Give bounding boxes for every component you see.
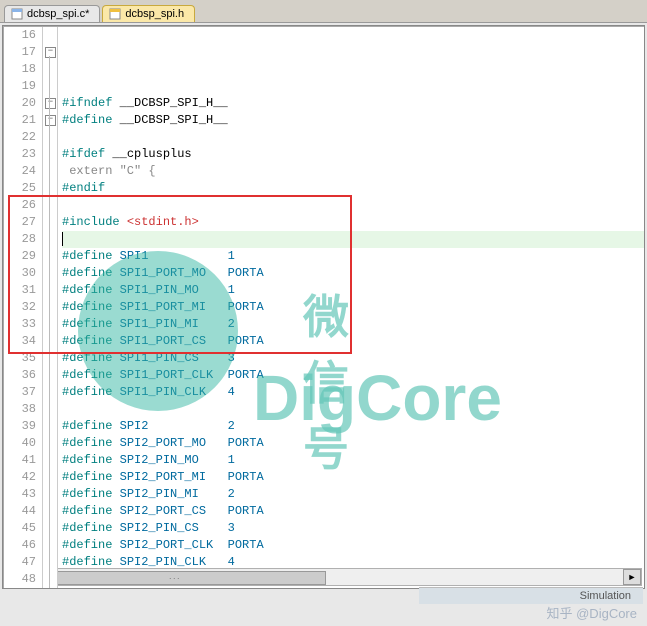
code-line[interactable] — [62, 197, 644, 214]
line-number: 32 — [8, 299, 36, 316]
code-line[interactable]: #define SPI2_PIN_MI 2 — [62, 486, 644, 503]
line-number: 16 — [8, 27, 36, 44]
line-number: 27 — [8, 214, 36, 231]
code-line[interactable]: #define SPI1_PIN_CS 3 — [62, 350, 644, 367]
editor-frame: 微信号 DigCore 1617181920212223242526272829… — [2, 25, 645, 589]
fold-column[interactable]: − − − — [43, 27, 58, 589]
line-number: 38 — [8, 401, 36, 418]
code-line[interactable]: #define SPI2_PORT_MO PORTA — [62, 435, 644, 452]
code-line[interactable]: #define SPI1_PORT_MI PORTA — [62, 299, 644, 316]
scroll-thumb[interactable]: ··· — [24, 571, 326, 585]
line-number: 31 — [8, 282, 36, 299]
line-number: 33 — [8, 316, 36, 333]
line-number: 40 — [8, 435, 36, 452]
c-file-icon — [11, 8, 23, 20]
horizontal-scrollbar[interactable]: ◄ ··· ► — [5, 568, 642, 586]
code-line[interactable]: #ifndef __DCBSP_SPI_H__ — [62, 95, 644, 112]
fold-toggle-icon[interactable]: − — [45, 115, 56, 126]
code-line[interactable] — [62, 78, 644, 95]
line-number: 48 — [8, 571, 36, 588]
code-line[interactable]: #define SPI1 1 — [62, 248, 644, 265]
fold-toggle-icon[interactable]: − — [45, 98, 56, 109]
line-number: 39 — [8, 418, 36, 435]
tab-dcbsp-spi-c-[interactable]: dcbsp_spi.c* — [4, 5, 100, 22]
line-number: 29 — [8, 248, 36, 265]
line-number: 21 — [8, 112, 36, 129]
code-line[interactable]: #include <stdint.h> — [62, 214, 644, 231]
line-number: 18 — [8, 61, 36, 78]
line-number: 44 — [8, 503, 36, 520]
line-number: 24 — [8, 163, 36, 180]
code-line[interactable]: #define SPI1_PIN_MI 2 — [62, 316, 644, 333]
code-line[interactable]: #ifdef __cplusplus — [62, 146, 644, 163]
line-number: 20 — [8, 95, 36, 112]
line-number: 37 — [8, 384, 36, 401]
code-line[interactable]: #define SPI2 2 — [62, 418, 644, 435]
line-number: 35 — [8, 350, 36, 367]
tab-label: dcbsp_spi.h — [125, 8, 184, 20]
tab-bar: dcbsp_spi.c* dcbsp_spi.h — [0, 0, 647, 23]
line-number: 41 — [8, 452, 36, 469]
line-number: 36 — [8, 367, 36, 384]
code-editor[interactable]: 1617181920212223242526272829303132333435… — [4, 27, 644, 589]
line-number: 28 — [8, 231, 36, 248]
line-number: 45 — [8, 520, 36, 537]
code-line[interactable] — [62, 231, 644, 248]
code-line[interactable]: #define SPI1_PIN_MO 1 — [62, 282, 644, 299]
code-line[interactable]: #define SPI2_PORT_CS PORTA — [62, 503, 644, 520]
status-bar: Simulation — [419, 587, 643, 604]
code-line[interactable]: #define SPI1_PORT_CLK PORTA — [62, 367, 644, 384]
line-number: 25 — [8, 180, 36, 197]
code-line[interactable]: #define SPI2_PIN_CS 3 — [62, 520, 644, 537]
line-number: 47 — [8, 554, 36, 571]
tab-dcbsp-spi-h[interactable]: dcbsp_spi.h — [102, 5, 195, 22]
h-file-icon — [109, 8, 121, 20]
code-line[interactable]: #define SPI2_PORT_MI PORTA — [62, 469, 644, 486]
line-number: 17 — [8, 44, 36, 61]
line-number: 22 — [8, 129, 36, 146]
text-cursor — [62, 232, 63, 246]
code-line[interactable]: #define SPI1_PORT_MO PORTA — [62, 265, 644, 282]
line-number: 49 — [8, 588, 36, 589]
line-number: 23 — [8, 146, 36, 163]
line-number: 42 — [8, 469, 36, 486]
code-area[interactable]: #ifndef __DCBSP_SPI_H__#define __DCBSP_S… — [58, 27, 644, 589]
line-number: 26 — [8, 197, 36, 214]
code-line[interactable]: #define SPI2_PIN_MO 1 — [62, 452, 644, 469]
code-line[interactable]: #define SPI2_PORT_CLK PORTA — [62, 537, 644, 554]
tab-label: dcbsp_spi.c* — [27, 8, 89, 20]
line-number: 34 — [8, 333, 36, 350]
code-line[interactable] — [62, 129, 644, 146]
line-number: 30 — [8, 265, 36, 282]
attribution-caption: 知乎 @DigCore — [547, 603, 638, 622]
line-number: 19 — [8, 78, 36, 95]
line-number: 46 — [8, 537, 36, 554]
line-number: 43 — [8, 486, 36, 503]
code-line[interactable]: extern "C" { — [62, 163, 644, 180]
code-line[interactable]: #endif — [62, 180, 644, 197]
code-line[interactable]: #define SPI1_PORT_CS PORTA — [62, 333, 644, 350]
fold-toggle-icon[interactable]: − — [45, 47, 56, 58]
scroll-right-button[interactable]: ► — [623, 569, 641, 585]
scroll-track[interactable]: ··· — [24, 570, 623, 584]
code-line[interactable]: #define __DCBSP_SPI_H__ — [62, 112, 644, 129]
code-line[interactable] — [62, 401, 644, 418]
code-line[interactable]: #define SPI1_PIN_CLK 4 — [62, 384, 644, 401]
line-number-gutter: 1617181920212223242526272829303132333435… — [4, 27, 43, 589]
